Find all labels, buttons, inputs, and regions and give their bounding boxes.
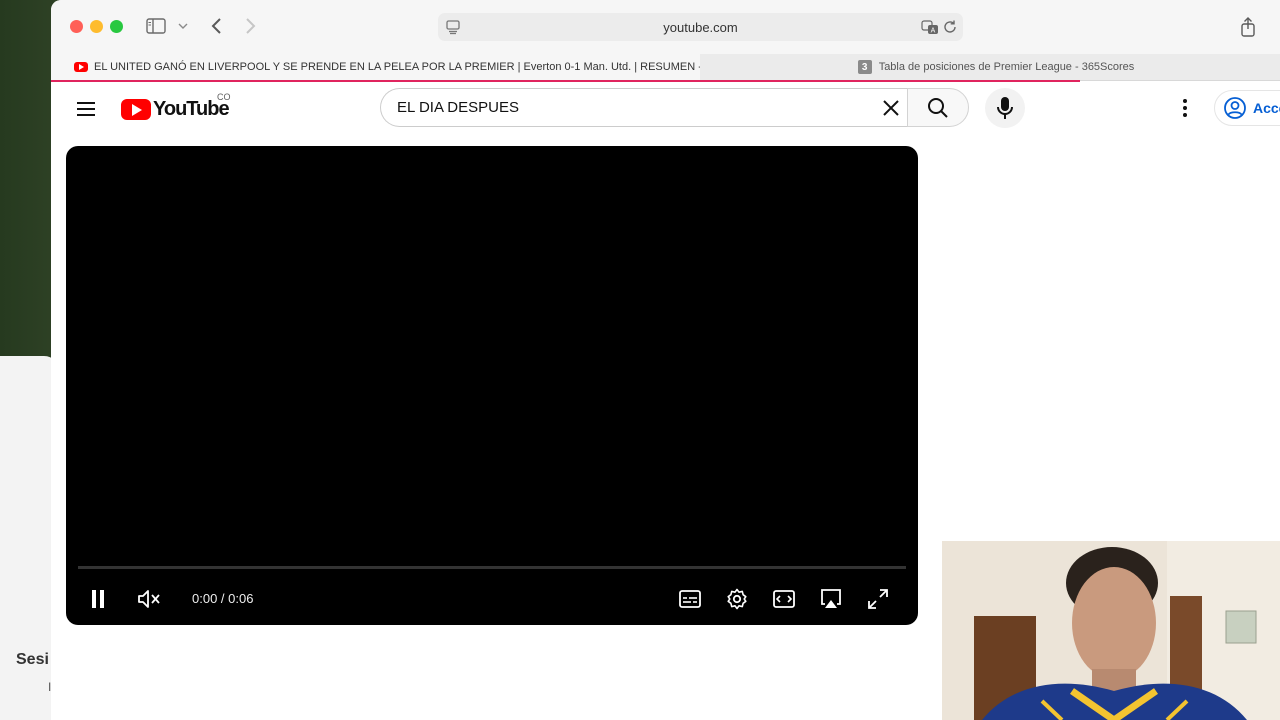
minimize-window-button[interactable] xyxy=(90,20,103,33)
tab-label: Tabla de posiciones de Premier League - … xyxy=(878,61,1135,73)
more-options-icon[interactable] xyxy=(1173,96,1197,120)
close-window-button[interactable] xyxy=(70,20,83,33)
airplay-button[interactable] xyxy=(818,586,844,612)
pause-button[interactable] xyxy=(85,586,111,612)
voice-search-button[interactable] xyxy=(985,88,1025,128)
theater-mode-icon xyxy=(773,590,795,608)
airplay-icon xyxy=(821,589,841,608)
search-button[interactable] xyxy=(907,88,969,127)
translate-icon[interactable]: A xyxy=(921,19,939,35)
microphone-icon xyxy=(997,97,1013,119)
365scores-favicon-icon: 3 xyxy=(857,60,872,74)
fullscreen-button[interactable] xyxy=(865,586,891,612)
tab-youtube-video[interactable]: EL UNITED GANÓ EN LIVERPOOL Y SE PRENDE … xyxy=(51,54,700,80)
sign-in-label: Acceder xyxy=(1253,100,1280,116)
subtitles-icon xyxy=(679,590,701,608)
share-icon[interactable] xyxy=(1238,16,1258,38)
settings-button[interactable] xyxy=(724,586,750,612)
desktop-panel-label: Sesi xyxy=(16,651,49,668)
url-text: youtube.com xyxy=(663,20,738,35)
account-icon xyxy=(1224,97,1246,119)
reload-icon[interactable] xyxy=(942,19,958,35)
country-code: CO xyxy=(217,92,231,102)
time-display: 0:00 / 0:06 xyxy=(192,591,253,606)
webcam-overlay xyxy=(942,541,1280,720)
chevron-down-icon[interactable] xyxy=(175,18,191,34)
address-bar[interactable]: youtube.com A xyxy=(438,13,963,41)
title-bar: youtube.com A xyxy=(51,0,1280,54)
search-icon xyxy=(928,97,948,118)
tab-bar: EL UNITED GANÓ EN LIVERPOOL Y SE PRENDE … xyxy=(51,54,1280,81)
tab-365scores[interactable]: 3 Tabla de posiciones de Premier League … xyxy=(701,54,1280,80)
time-current: 0:00 xyxy=(192,591,218,606)
volume-muted-icon xyxy=(138,590,160,608)
unmute-button[interactable] xyxy=(136,586,162,612)
youtube-play-logo-icon xyxy=(121,98,151,120)
pause-icon xyxy=(92,590,104,608)
youtube-header: YouTube CO Acceder xyxy=(51,82,1280,136)
time-total: 0:06 xyxy=(228,591,254,606)
sign-in-button[interactable]: Acceder xyxy=(1214,90,1280,126)
youtube-favicon-icon xyxy=(74,62,88,72)
gear-icon xyxy=(727,588,747,610)
youtube-logo[interactable]: YouTube xyxy=(121,97,230,121)
svg-text:A: A xyxy=(931,28,936,35)
back-arrow-icon[interactable] xyxy=(205,15,227,37)
forward-arrow-icon[interactable] xyxy=(240,15,262,37)
video-progress-bar[interactable] xyxy=(78,566,906,569)
time-separator: / xyxy=(217,591,229,606)
search-box xyxy=(380,88,908,127)
theater-mode-button[interactable] xyxy=(771,586,797,612)
video-player[interactable]: 0:00 / 0:06 xyxy=(66,146,918,625)
zoom-window-button[interactable] xyxy=(110,20,123,33)
clear-search-icon[interactable] xyxy=(879,96,903,120)
tab-label: EL UNITED GANÓ EN LIVERPOOL Y SE PRENDE … xyxy=(94,61,700,73)
subtitles-button[interactable] xyxy=(677,586,703,612)
fullscreen-icon xyxy=(868,589,888,609)
sidebar-toggle-icon[interactable] xyxy=(146,17,166,35)
hamburger-menu-icon[interactable] xyxy=(75,98,97,120)
search-input[interactable] xyxy=(397,89,857,126)
